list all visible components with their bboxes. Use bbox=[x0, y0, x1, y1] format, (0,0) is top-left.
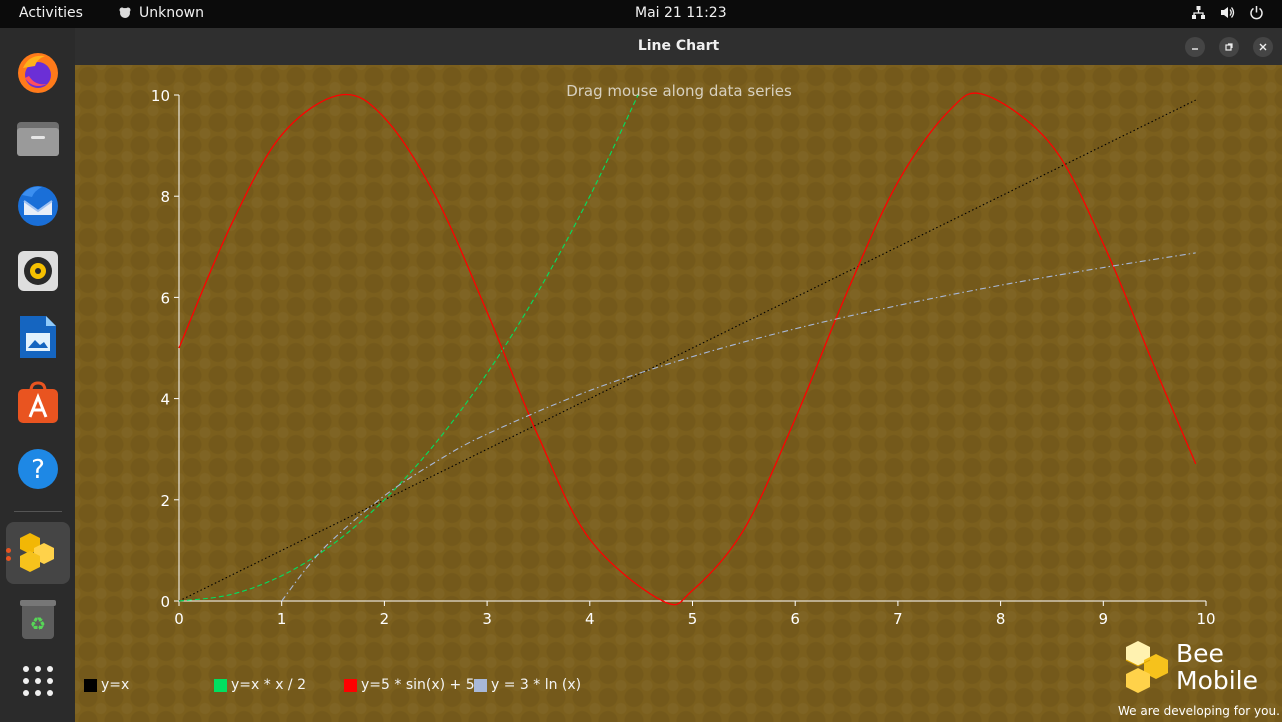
y-tick-label: 10 bbox=[151, 87, 170, 105]
logo-tagline: We are developing for you. bbox=[1118, 704, 1280, 718]
chart-legend: y=x y=x * x / 2 y=5 * sin(x) + 5 y = 3 *… bbox=[75, 677, 975, 697]
trash-icon: ♻ bbox=[20, 600, 56, 639]
dock-rhythmbox[interactable] bbox=[6, 240, 70, 302]
window-titlebar[interactable]: Line Chart bbox=[75, 28, 1282, 65]
minimize-icon bbox=[1192, 48, 1198, 50]
legend-label: y = 3 * ln (x) bbox=[491, 677, 582, 693]
legend-item-y-equals-x[interactable]: y=x bbox=[84, 677, 129, 693]
top-bar: Activities Unknown Mai 21 11:23 bbox=[0, 0, 1282, 28]
maximize-button[interactable] bbox=[1219, 37, 1239, 57]
y-tick-label: 6 bbox=[160, 289, 170, 307]
dock-separator bbox=[14, 511, 62, 512]
clock[interactable]: Mai 21 11:23 bbox=[635, 5, 727, 21]
firefox-icon bbox=[18, 53, 58, 93]
chart-window: Line Chart Drag mouse along data series 0… bbox=[75, 28, 1282, 722]
app-grid-icon bbox=[23, 666, 53, 696]
app-menu-label: Unknown bbox=[139, 5, 204, 21]
running-indicator bbox=[6, 548, 11, 553]
x-tick-label: 10 bbox=[1196, 610, 1215, 628]
beemobile-logo-icon bbox=[1125, 641, 1168, 693]
dock-writer[interactable] bbox=[6, 306, 70, 368]
dock: ? ♻ bbox=[0, 28, 75, 722]
chart-annotation: Drag mouse along data series bbox=[566, 82, 792, 100]
power-icon[interactable] bbox=[1249, 5, 1264, 20]
legend-swatch bbox=[344, 678, 357, 692]
legend-item-sine[interactable]: y=5 * sin(x) + 5 bbox=[344, 677, 475, 693]
help-icon: ? bbox=[18, 449, 58, 489]
dock-thunderbird[interactable] bbox=[6, 174, 70, 236]
close-icon bbox=[1259, 43, 1267, 51]
window-title: Line Chart bbox=[637, 38, 720, 54]
app-menu[interactable]: Unknown bbox=[118, 5, 204, 21]
legend-swatch bbox=[214, 678, 227, 692]
x-tick-label: 6 bbox=[790, 610, 800, 628]
series-log[interactable] bbox=[281, 252, 1196, 602]
legend-label: y=5 * sin(x) + 5 bbox=[361, 677, 475, 693]
dock-files[interactable] bbox=[6, 108, 70, 170]
rhythmbox-icon bbox=[18, 251, 58, 291]
dock-beemobile[interactable] bbox=[6, 522, 70, 584]
x-tick-label: 3 bbox=[482, 610, 492, 628]
x-tick-label: 7 bbox=[893, 610, 903, 628]
legend-label: y=x bbox=[101, 677, 130, 693]
activities-button[interactable]: Activities bbox=[19, 5, 83, 21]
legend-label: y=x * x / 2 bbox=[231, 677, 307, 693]
y-tick-label: 2 bbox=[160, 492, 170, 510]
close-button[interactable] bbox=[1253, 37, 1273, 57]
chart-area[interactable]: Drag mouse along data series 0 2 4 6 8 10 0 1 2 3 4… bbox=[75, 65, 1282, 722]
y-tick-label: 8 bbox=[160, 188, 170, 206]
dock-app-grid[interactable] bbox=[6, 650, 70, 712]
minimize-button[interactable] bbox=[1185, 37, 1205, 57]
dock-trash[interactable]: ♻ bbox=[6, 588, 70, 650]
legend-item-x-squared-half[interactable]: y=x * x / 2 bbox=[214, 677, 306, 693]
logo-name-line1: Bee bbox=[1176, 639, 1224, 668]
y-tick-label: 0 bbox=[160, 593, 170, 611]
x-tick-label: 2 bbox=[380, 610, 390, 628]
x-tick-label: 0 bbox=[174, 610, 184, 628]
beemobile-logo: Bee Mobile We are developing for you. bbox=[1118, 638, 1282, 722]
restore-icon bbox=[1225, 43, 1233, 51]
beemobile-icon bbox=[20, 533, 54, 572]
dock-firefox[interactable] bbox=[6, 42, 70, 104]
writer-icon bbox=[20, 316, 56, 358]
legend-swatch bbox=[84, 678, 97, 692]
series-y-equals-x[interactable] bbox=[178, 99, 1196, 602]
x-tick-label: 4 bbox=[585, 610, 595, 628]
logo-name: Bee Mobile bbox=[1176, 640, 1258, 694]
legend-swatch bbox=[474, 678, 487, 692]
y-tick-label: 4 bbox=[160, 391, 170, 409]
x-tick-label: 1 bbox=[277, 610, 287, 628]
network-icon[interactable] bbox=[1191, 5, 1206, 20]
line-chart[interactable]: Drag mouse along data series 0 2 4 6 8 10 0 1 2 3 4… bbox=[75, 65, 1282, 722]
software-icon bbox=[18, 381, 58, 423]
series-sine[interactable] bbox=[178, 92, 1197, 606]
svg-text:♻: ♻ bbox=[30, 614, 46, 635]
x-tick-label: 5 bbox=[688, 610, 698, 628]
svg-text:?: ? bbox=[31, 455, 45, 485]
system-tray[interactable] bbox=[1191, 5, 1264, 20]
app-menu-icon bbox=[119, 7, 131, 18]
x-tick-label: 8 bbox=[996, 610, 1006, 628]
dock-help[interactable]: ? bbox=[6, 438, 70, 500]
volume-icon[interactable] bbox=[1220, 5, 1235, 20]
series-x-squared-half[interactable] bbox=[178, 94, 639, 602]
thunderbird-icon bbox=[18, 186, 58, 226]
dock-software[interactable] bbox=[6, 372, 70, 434]
x-tick-label: 9 bbox=[1099, 610, 1109, 628]
files-icon bbox=[17, 122, 59, 156]
logo-name-line2: Mobile bbox=[1176, 666, 1259, 695]
running-indicator bbox=[6, 556, 11, 561]
legend-item-log[interactable]: y = 3 * ln (x) bbox=[474, 677, 581, 693]
